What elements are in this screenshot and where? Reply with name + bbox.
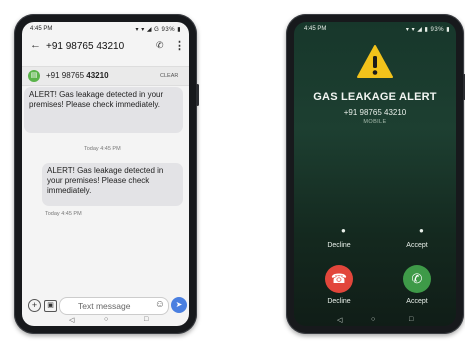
decline-option-label[interactable]: Decline — [319, 242, 359, 249]
sender-number-bold: 43210 — [86, 71, 109, 80]
decline-button[interactable]: ☎ — [325, 265, 353, 293]
accept-button[interactable]: ✆ — [403, 265, 431, 293]
phone-call-icon[interactable]: ✆ — [156, 40, 164, 51]
nav-home-icon[interactable]: ○ — [371, 316, 375, 323]
alert-title: GAS LEAKAGE ALERT — [313, 91, 437, 103]
nav-recents-icon[interactable]: □ — [409, 316, 413, 323]
emoji-icon[interactable]: ☺ — [155, 299, 165, 310]
decline-message-icon[interactable]: ● — [341, 226, 346, 235]
sender-number: +91 98765 43210 — [46, 71, 109, 80]
sender-number-prefix: +91 98765 — [46, 71, 87, 80]
nav-back-icon[interactable]: ◁ — [69, 316, 74, 324]
contact-title: +91 98765 43210 — [46, 41, 125, 52]
message-timestamp: Today 4:45 PM — [84, 146, 121, 152]
status-bar: 4:45 PM ▾ ▾ ◢ G 93% ▮ — [22, 22, 189, 36]
volume-button — [196, 84, 199, 106]
status-icons: ▾ ▾ ◢ G 93% ▮ — [135, 27, 181, 33]
message-bubble[interactable]: ALERT! Gas leakage detected in your prem… — [24, 87, 183, 133]
call-screen: 4:45 PM ▾ ▾ ◢ ▮ 93% ▮ GAS LEAKAGE ALERT … — [294, 22, 456, 326]
nav-recents-icon[interactable]: □ — [144, 316, 148, 323]
caller-number: +91 98765 43210 — [343, 108, 407, 117]
accept-button-label: Accept — [406, 298, 428, 305]
app-bar: ← +91 98765 43210 ✆ ⋮ — [22, 38, 189, 56]
nav-bar: ◁ ○ □ — [22, 316, 189, 326]
warning-icon — [357, 45, 393, 78]
accept-message-icon[interactable]: ● — [419, 226, 424, 235]
call-phone: 4:45 PM ▾ ▾ ◢ ▮ 93% ▮ GAS LEAKAGE ALERT … — [286, 14, 465, 334]
gallery-icon[interactable]: ▣ — [44, 300, 57, 312]
clear-button[interactable]: CLEAR — [160, 73, 178, 79]
nav-bar: ◁ ○ □ — [294, 316, 456, 326]
message-bubble[interactable]: ALERT! Gas leakage detected in your prem… — [42, 163, 183, 206]
more-options-icon[interactable]: ⋮ — [174, 39, 185, 52]
caller-type: MOBILE — [363, 119, 387, 125]
send-button-icon[interactable]: ➤ — [171, 297, 187, 313]
back-arrow-icon[interactable]: ← — [30, 39, 41, 51]
accept-option-label[interactable]: Accept — [397, 242, 437, 249]
add-attachment-icon[interactable]: + — [28, 299, 41, 312]
nav-back-icon[interactable]: ◁ — [337, 316, 342, 324]
message-input[interactable]: Text message ☺ — [59, 297, 169, 315]
message-timestamp: Today 4:45 PM — [45, 211, 82, 217]
status-time: 4:45 PM — [30, 26, 53, 32]
sender-bar: ▤ +91 98765 43210 CLEAR — [22, 66, 189, 86]
status-icons: ▾ ▾ ◢ ▮ 93% ▮ — [405, 27, 450, 33]
status-bar: 4:45 PM ▾ ▾ ◢ ▮ 93% ▮ — [294, 22, 456, 36]
status-time: 4:45 PM — [304, 26, 327, 32]
decline-button-label: Decline — [327, 298, 351, 305]
nav-home-icon[interactable]: ○ — [104, 316, 108, 323]
message-input-placeholder: Text message — [78, 301, 131, 311]
sms-screen: 4:45 PM ▾ ▾ ◢ G 93% ▮ ← +91 98765 43210 … — [22, 22, 189, 326]
compose-bar: + ▣ Text message ☺ ➤ — [22, 297, 189, 315]
sms-phone: 4:45 PM ▾ ▾ ◢ G 93% ▮ ← +91 98765 43210 … — [14, 14, 199, 334]
phone-answer-icon: ✆ — [411, 271, 423, 286]
message-badge-icon: ▤ — [28, 70, 40, 82]
hang-up-icon: ☎ — [330, 271, 348, 286]
